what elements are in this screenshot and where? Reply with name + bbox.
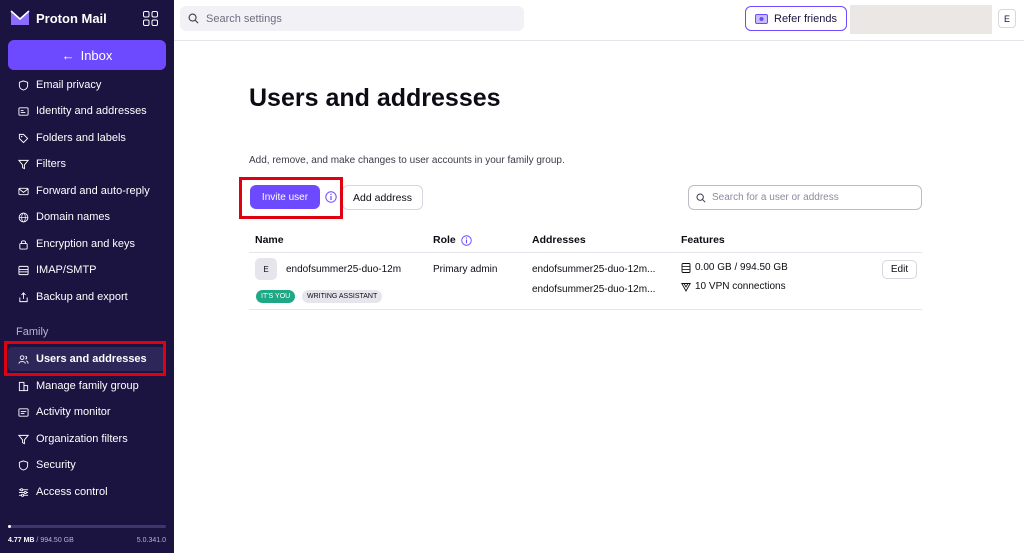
storage-progress-bar [8, 525, 166, 528]
sidebar-item-encryption[interactable]: Encryption and keys [8, 232, 166, 256]
sidebar-item-label: Forward and auto-reply [36, 185, 150, 197]
globe-icon [18, 212, 29, 222]
row-address-2: endofsummer25-duo-12m... [532, 284, 656, 295]
apps-grid-icon[interactable] [143, 11, 158, 26]
filter-icon [18, 434, 29, 444]
table-header-divider [249, 252, 922, 253]
badge-its-you: IT'S YOU [256, 290, 296, 303]
sidebar-item-folders[interactable]: Folders and labels [8, 126, 166, 150]
sidebar-item-label: Folders and labels [36, 132, 126, 144]
sidebar-item-label: IMAP/SMTP [36, 264, 97, 276]
storage-usage-text: 4.77 MB / 994.50 GB [8, 537, 74, 544]
top-bar: Search settings Refer friends E [174, 0, 1024, 41]
app-version: 5.0.341.0 [136, 537, 166, 544]
sidebar-item-label: Security [36, 459, 76, 471]
storage-progress-fill [8, 525, 11, 528]
vpn-shield-icon [681, 282, 691, 292]
sidebar-item-activity-monitor[interactable]: Activity monitor [8, 400, 166, 424]
sidebar-item-manage-family[interactable]: Manage family group [8, 374, 166, 398]
search-icon [188, 13, 199, 24]
row-avatar: E [255, 258, 277, 280]
refer-friends-button[interactable]: Refer friends [745, 6, 847, 31]
sidebar-item-label: Manage family group [36, 380, 139, 392]
account-menu[interactable] [850, 5, 992, 34]
sidebar-item-label: Email privacy [36, 79, 102, 91]
shield-icon [18, 79, 29, 91]
inbox-button-label: Inbox [80, 47, 113, 63]
user-search-input[interactable]: Search for a user or address [688, 185, 922, 210]
refer-friends-label: Refer friends [774, 12, 837, 25]
back-to-inbox-button[interactable]: ← Inbox [8, 40, 166, 70]
table-row-divider [249, 309, 922, 310]
storage-used: 4.77 MB [8, 537, 35, 544]
search-settings-input[interactable]: Search settings [180, 6, 524, 31]
column-header-label: Features [681, 234, 725, 246]
column-header-addresses: Addresses [532, 234, 586, 246]
sidebar-item-label: Organization filters [36, 433, 128, 445]
sidebar-item-org-filters[interactable]: Organization filters [8, 427, 166, 451]
user-search-placeholder: Search for a user or address [712, 192, 839, 203]
sidebar-item-label: Encryption and keys [36, 238, 136, 250]
brand-logo[interactable]: Proton Mail [10, 9, 107, 27]
row-storage-feature: 0.00 GB / 994.50 GB [681, 262, 788, 273]
monitor-icon [18, 407, 29, 417]
column-header-features: Features [681, 234, 725, 246]
sidebar-item-email-privacy[interactable]: Email privacy [8, 73, 166, 97]
row-vpn-text: 10 VPN connections [695, 281, 786, 292]
row-storage-text: 0.00 GB / 994.50 GB [695, 262, 788, 273]
row-user-name: endofsummer25-duo-12m [286, 264, 402, 275]
sidebar-item-access-control[interactable]: Access control [8, 480, 166, 504]
search-settings-placeholder: Search settings [206, 12, 282, 25]
sidebar-item-security[interactable]: Security [8, 453, 166, 477]
sidebar-item-filters[interactable]: Filters [8, 152, 166, 176]
column-header-role: Role [433, 234, 472, 246]
sidebar-item-label: Filters [36, 158, 66, 170]
sidebar-item-domains[interactable]: Domain names [8, 205, 166, 229]
highlight-box-invite [239, 177, 343, 219]
user-avatar[interactable]: E [998, 9, 1016, 28]
sidebar-item-backup[interactable]: Backup and export [8, 285, 166, 309]
column-header-label: Role [433, 234, 456, 246]
export-icon [19, 291, 28, 302]
sidebar-item-label: Access control [36, 486, 108, 498]
gift-ticket-icon [755, 13, 768, 24]
server-icon [18, 265, 29, 275]
sliders-icon [18, 487, 29, 497]
badge-writing-assistant: WRITING ASSISTANT [302, 290, 383, 303]
shield-icon [18, 459, 29, 471]
row-role: Primary admin [433, 264, 498, 275]
sidebar-item-label: Domain names [36, 211, 110, 223]
sidebar-item-label: Activity monitor [36, 406, 111, 418]
family-section-label: Family [16, 326, 49, 338]
row-vpn-feature: 10 VPN connections [681, 281, 786, 292]
sidebar-item-imap[interactable]: IMAP/SMTP [8, 258, 166, 282]
lock-icon [19, 239, 28, 250]
storage-icon [681, 262, 691, 273]
search-icon [696, 193, 706, 203]
sidebar-item-forward[interactable]: Forward and auto-reply [8, 179, 166, 203]
sidebar-item-identity[interactable]: Identity and addresses [8, 99, 166, 123]
storage-total: 994.50 GB [40, 537, 74, 544]
filter-icon [18, 159, 29, 169]
page-title: Users and addresses [249, 84, 501, 112]
column-header-label: Name [255, 234, 284, 246]
envelope-icon [18, 187, 29, 195]
column-header-name: Name [255, 234, 284, 246]
arrow-left-icon: ← [61, 47, 75, 63]
page-description: Add, remove, and make changes to user ac… [249, 155, 565, 166]
sidebar: Proton Mail ← Inbox Email privacy Identi… [0, 0, 174, 553]
tag-icon [18, 133, 29, 143]
highlight-box-sidebar [4, 341, 166, 376]
row-address-1: endofsummer25-duo-12m... [532, 264, 656, 275]
brand-name: Proton Mail [36, 10, 107, 26]
add-address-button[interactable]: Add address [342, 185, 423, 210]
proton-mail-logo-icon [10, 10, 30, 25]
edit-user-button[interactable]: Edit [882, 260, 917, 279]
sidebar-item-label: Backup and export [36, 291, 128, 303]
info-icon[interactable] [461, 234, 472, 246]
column-header-label: Addresses [532, 234, 586, 246]
sidebar-item-label: Identity and addresses [36, 105, 147, 117]
id-card-icon [18, 106, 29, 116]
building-icon [18, 381, 29, 391]
